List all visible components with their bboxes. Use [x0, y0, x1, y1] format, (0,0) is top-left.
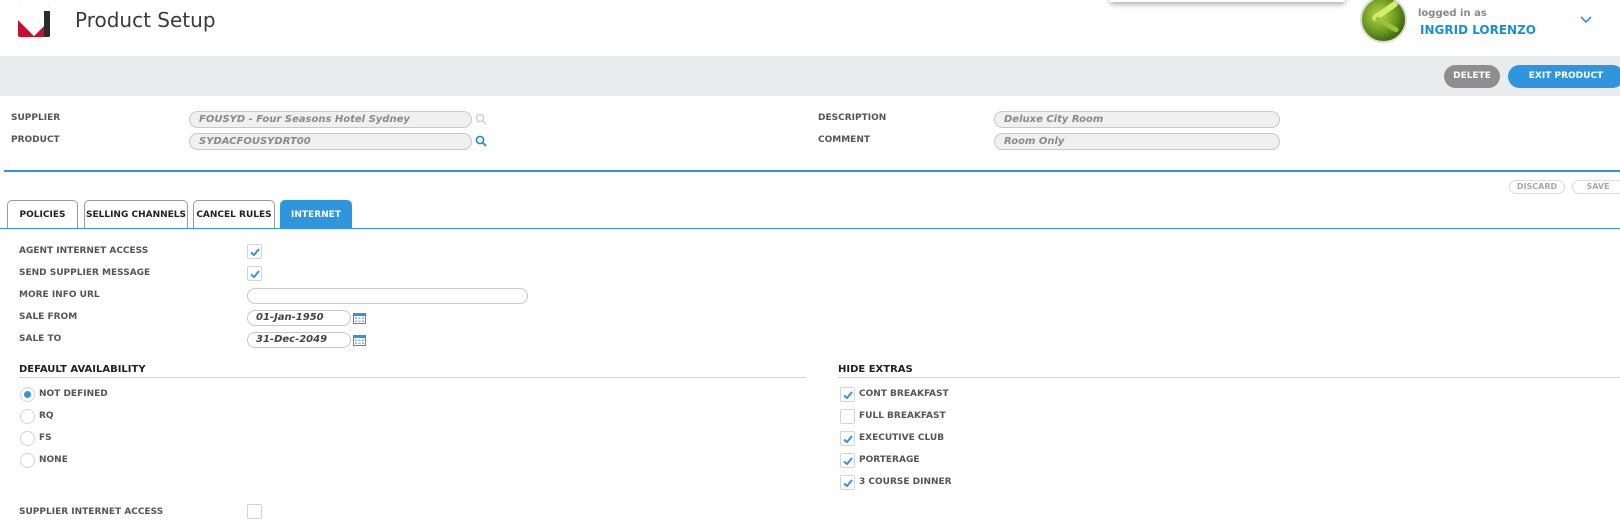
tab-policies[interactable]: POLICIES: [7, 200, 78, 229]
checkmark-icon: [843, 391, 853, 400]
default-availability-title: DEFAULT AVAILABILITY: [19, 364, 146, 375]
description-field[interactable]: Deluxe City Room: [994, 111, 1280, 128]
section-divider: [19, 377, 806, 378]
checkmark-icon: [250, 248, 260, 257]
supplier-field[interactable]: FOUSYD - Four Seasons Hotel Sydney: [189, 111, 472, 128]
chevron-down-icon[interactable]: [1580, 14, 1592, 26]
extra-label: 3 COURSE DINNER: [859, 477, 952, 487]
sale-from-label: SALE FROM: [19, 312, 78, 322]
save-button[interactable]: SAVE: [1572, 180, 1620, 194]
cont-breakfast-checkbox[interactable]: [840, 387, 855, 402]
sale-to-label: SALE TO: [19, 334, 62, 344]
calendar-icon[interactable]: [353, 334, 366, 346]
avatar[interactable]: [1360, 0, 1407, 43]
page-title: Product Setup: [75, 8, 216, 32]
executive-club-checkbox[interactable]: [840, 431, 855, 446]
tab-internet[interactable]: INTERNET: [280, 200, 352, 229]
send-supplier-message-checkbox[interactable]: [247, 266, 262, 281]
search-icon: [475, 113, 487, 125]
product-label: PRODUCT: [11, 135, 60, 145]
checkmark-icon: [843, 457, 853, 466]
discard-button[interactable]: DISCARD: [1509, 180, 1565, 194]
full-breakfast-checkbox[interactable]: [840, 409, 855, 424]
radio-label: NOT DEFINED: [39, 389, 108, 399]
header-divider: [4, 170, 1620, 172]
delete-button[interactable]: DELETE: [1444, 65, 1500, 88]
section-divider: [838, 377, 1620, 378]
porterage-checkbox[interactable]: [840, 453, 855, 468]
radio-rq[interactable]: [20, 409, 35, 424]
sale-to-input[interactable]: 31-Dec-2049: [247, 332, 351, 348]
top-bar: Product Setup logged in as INGRID LORENZ…: [0, 0, 1620, 56]
user-name[interactable]: INGRID LORENZO: [1420, 23, 1536, 37]
send-supplier-message-label: SEND SUPPLIER MESSAGE: [19, 268, 151, 278]
agent-internet-access-label: AGENT INTERNET ACCESS: [19, 246, 149, 256]
tab-underline: [0, 228, 1620, 229]
radio-none[interactable]: [20, 453, 35, 468]
radio-not-defined[interactable]: [20, 387, 35, 402]
checkmark-icon: [250, 270, 260, 279]
three-course-dinner-checkbox[interactable]: [840, 475, 855, 490]
supplier-label: SUPPLIER: [11, 113, 61, 123]
radio-fs[interactable]: [20, 431, 35, 446]
tab-bar: POLICIES SELLING CHANNELS CANCEL RULES I…: [0, 200, 1620, 229]
checkmark-icon: [843, 479, 853, 488]
comment-label: COMMENT: [818, 135, 870, 145]
popup-edge: [1110, 0, 1345, 2]
company-logo[interactable]: [18, 5, 50, 37]
action-bar: DELETE EXIT PRODUCT: [0, 56, 1620, 96]
radio-label: FS: [39, 433, 52, 443]
tab-cancel-rules[interactable]: CANCEL RULES: [193, 200, 275, 229]
logged-in-label: logged in as: [1418, 8, 1487, 19]
search-icon[interactable]: [475, 135, 487, 147]
sale-from-input[interactable]: 01-Jan-1950: [247, 310, 351, 326]
product-field[interactable]: SYDACFOUSYDRT00: [189, 133, 472, 150]
extra-label: CONT BREAKFAST: [859, 389, 949, 399]
product-header-panel: SUPPLIER FOUSYD - Four Seasons Hotel Syd…: [4, 96, 1620, 163]
radio-label: RQ: [39, 411, 54, 421]
hide-extras-title: HIDE EXTRAS: [838, 364, 913, 375]
comment-field[interactable]: Room Only: [994, 133, 1280, 150]
extra-label: PORTERAGE: [859, 455, 920, 465]
agent-internet-access-checkbox[interactable]: [247, 244, 262, 259]
calendar-icon[interactable]: [353, 312, 366, 324]
tab-selling-channels[interactable]: SELLING CHANNELS: [84, 200, 188, 229]
checkmark-icon: [843, 435, 853, 444]
supplier-internet-access-checkbox[interactable]: [247, 504, 262, 519]
supplier-internet-access-label: SUPPLIER INTERNET ACCESS: [19, 507, 164, 517]
extra-label: EXECUTIVE CLUB: [859, 433, 945, 443]
exit-product-button[interactable]: EXIT PRODUCT: [1508, 65, 1620, 88]
more-info-url-input[interactable]: [247, 288, 528, 304]
extra-label: FULL BREAKFAST: [859, 411, 946, 421]
more-info-url-label: MORE INFO URL: [19, 290, 100, 300]
description-label: DESCRIPTION: [818, 113, 887, 123]
radio-label: NONE: [39, 455, 68, 465]
